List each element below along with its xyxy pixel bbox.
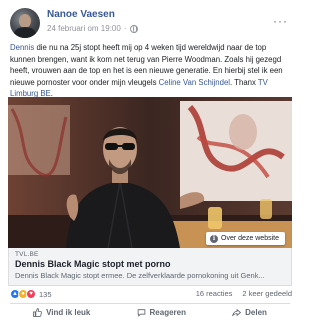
post-text-part-2: . Thanx bbox=[230, 77, 258, 87]
share-icon bbox=[232, 308, 242, 317]
share-count[interactable]: 2 keer gedeeld bbox=[242, 289, 292, 298]
like-label: Vind ik leuk bbox=[46, 308, 91, 317]
globe-icon[interactable] bbox=[129, 24, 138, 33]
love-reaction-icon: ♥ bbox=[26, 289, 36, 299]
about-website-button[interactable]: i Over deze website bbox=[206, 232, 285, 245]
divider bbox=[10, 303, 290, 304]
reactions-summary[interactable]: ▲ ● ♥ 135 bbox=[10, 289, 52, 299]
post-header: Nanoe Vaesen 24 februari om 19:00 · ··· bbox=[10, 8, 290, 40]
link-domain: TVL.BE bbox=[15, 251, 39, 258]
more-dots-icon[interactable]: ··· bbox=[273, 14, 288, 28]
link-description: Dennis Black Magic stopt ermee. De zelfv… bbox=[15, 271, 265, 280]
facebook-post: Nanoe Vaesen 24 februari om 19:00 · ··· … bbox=[0, 0, 300, 320]
like-button[interactable]: Vind ik leuk bbox=[33, 305, 90, 320]
studio-photo bbox=[8, 97, 292, 248]
comment-count[interactable]: 16 reacties bbox=[196, 289, 233, 298]
about-website-label: Over deze website bbox=[221, 235, 279, 242]
share-label: Delen bbox=[245, 308, 267, 317]
info-icon: i bbox=[210, 234, 219, 243]
share-button[interactable]: Delen bbox=[232, 305, 267, 320]
link-headline[interactable]: Dennis Black Magic stopt met porno bbox=[15, 259, 285, 269]
thumbs-up-icon bbox=[33, 308, 42, 317]
avatar[interactable] bbox=[10, 8, 40, 38]
mention-celine[interactable]: Celine Van Schijndel bbox=[159, 78, 230, 87]
author-name[interactable]: Nanoe Vaesen bbox=[47, 9, 115, 20]
reaction-count: 135 bbox=[39, 289, 52, 299]
post-timestamp[interactable]: 24 februari om 19:00 bbox=[47, 24, 121, 33]
link-preview-box[interactable]: TVL.BE Dennis Black Magic stopt met porn… bbox=[8, 248, 292, 286]
action-bar: Vind ik leuk Reageren Delen bbox=[10, 305, 290, 320]
comment-button[interactable]: Reageren bbox=[137, 305, 186, 320]
post-meta: 24 februari om 19:00 · bbox=[47, 24, 138, 33]
post-text: Dennis die nu na 25j stopt heeft mij op … bbox=[10, 42, 292, 100]
comment-icon bbox=[137, 309, 145, 317]
comment-label: Reageren bbox=[149, 308, 186, 317]
meta-separator: · bbox=[123, 24, 127, 33]
post-stats: ▲ ● ♥ 135 16 reacties 2 keer gedeeld bbox=[10, 289, 292, 301]
mention-dennis[interactable]: Dennis bbox=[10, 43, 34, 52]
link-preview-image[interactable]: i Over deze website bbox=[8, 97, 292, 248]
